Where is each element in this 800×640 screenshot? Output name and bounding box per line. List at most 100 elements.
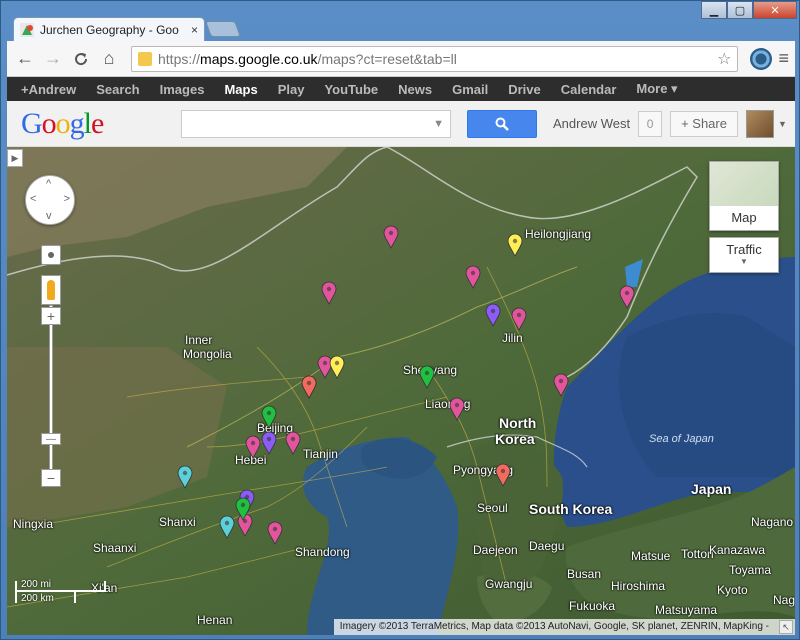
gbar-link-maps[interactable]: Maps	[224, 82, 257, 97]
map-label: North	[499, 415, 537, 431]
map-label: Jilin	[502, 331, 523, 345]
map-marker-pin-icon[interactable]	[267, 521, 283, 545]
map-marker-pin-icon[interactable]	[235, 497, 251, 521]
resize-corner-icon[interactable]: ↖	[779, 620, 793, 634]
map-marker-pin-icon[interactable]	[261, 431, 277, 455]
map-label: Shaanxi	[93, 541, 137, 555]
map-label: Korea	[495, 431, 535, 447]
map-attribution: Imagery ©2013 TerraMetrics, Map data ©20…	[333, 619, 795, 635]
map-canvas[interactable]: HeilongjiangInnerMongoliaJilinShenyangLi…	[7, 147, 795, 635]
map-label: Shanxi	[159, 515, 196, 529]
new-tab-button[interactable]	[205, 21, 241, 37]
map-marker-pin-icon[interactable]	[485, 303, 501, 327]
zoom-slider-track[interactable]	[49, 305, 53, 473]
zoom-out-button[interactable]: −	[41, 469, 61, 487]
map-label: Ningxia	[13, 517, 54, 531]
map-label: Shandong	[295, 545, 350, 559]
map-scale: 200 mi 200 km	[15, 577, 107, 607]
map-marker-pin-icon[interactable]	[449, 397, 465, 421]
map-marker-pin-icon[interactable]	[619, 285, 635, 309]
bookmark-star-icon[interactable]: ☆	[717, 49, 731, 69]
map-label: Nagano	[751, 515, 794, 529]
search-input[interactable]: ▼	[181, 109, 451, 138]
map-marker-pin-icon[interactable]	[329, 355, 345, 379]
home-icon[interactable]: ⌂	[97, 47, 121, 71]
browser-toolbar: ← → ⌂ https://maps.google.co.uk/maps?ct=…	[7, 41, 795, 77]
zoom-handle[interactable]: —	[41, 433, 61, 445]
share-button[interactable]: + Share	[670, 110, 738, 137]
minimize-button[interactable]: ▁	[701, 1, 727, 19]
menu-icon[interactable]: ≡	[778, 48, 789, 69]
google-header: Google ▼ Andrew West 0 + Share ▼	[7, 101, 795, 147]
map-label: Daegu	[529, 539, 565, 553]
pegman-icon[interactable]	[41, 275, 61, 305]
map-imagery	[7, 147, 795, 635]
location-icon[interactable]	[41, 245, 61, 265]
gbar-link-gmail[interactable]: Gmail	[452, 82, 488, 97]
map-marker-pin-icon[interactable]	[419, 365, 435, 389]
notification-count[interactable]: 0	[638, 110, 663, 137]
map-label: Mongolia	[183, 347, 232, 361]
zoom-in-button[interactable]: +	[41, 307, 61, 325]
window-controls: ▁ ▢ ✕	[701, 1, 797, 19]
google-logo[interactable]: Google	[21, 107, 181, 141]
gbar-link-news[interactable]: News	[398, 82, 432, 97]
map-label: Sea of Japan	[649, 433, 714, 445]
gbar-link-more[interactable]: More ▾	[636, 81, 677, 97]
map-marker-pin-icon[interactable]	[495, 463, 511, 487]
maximize-button[interactable]: ▢	[727, 1, 753, 19]
avatar[interactable]	[745, 109, 774, 138]
pan-control[interactable]: ^ v < >	[25, 175, 75, 225]
address-bar[interactable]: https://maps.google.co.uk/maps?ct=reset&…	[131, 45, 739, 72]
gbar-link-andrew[interactable]: +Andrew	[21, 82, 76, 97]
search-button[interactable]	[467, 109, 537, 138]
logo-letter: G	[21, 106, 43, 140]
map-marker-pin-icon[interactable]	[219, 515, 235, 539]
map-marker-pin-icon[interactable]	[261, 405, 277, 429]
map-label: Japan	[691, 481, 732, 497]
map-label: Kyoto	[717, 583, 748, 597]
back-arrow-icon[interactable]: ←	[13, 47, 37, 71]
map-marker-pin-icon[interactable]	[383, 225, 399, 249]
map-thumbnail	[710, 162, 778, 206]
map-label: Busan	[567, 567, 602, 581]
avatar-caret-icon[interactable]: ▼	[778, 119, 787, 129]
logo-letter: o	[55, 106, 71, 140]
scale-km: 200 km	[21, 593, 54, 604]
user-name[interactable]: Andrew West	[553, 116, 630, 131]
gbar-link-search[interactable]: Search	[96, 82, 139, 97]
active-tab[interactable]: Jurchen Geography - Goo ×	[13, 17, 205, 41]
traffic-layer-button[interactable]: Traffic ▼	[709, 237, 779, 273]
map-marker-pin-icon[interactable]	[511, 307, 527, 331]
search-dropdown-caret-icon[interactable]: ▼	[433, 118, 444, 130]
gbar-link-play[interactable]: Play	[278, 82, 305, 97]
logo-letter: e	[91, 106, 104, 140]
map-marker-pin-icon[interactable]	[177, 465, 193, 489]
gbar-link-calendar[interactable]: Calendar	[561, 82, 617, 97]
gbar-link-youtube[interactable]: YouTube	[324, 82, 378, 97]
gbar-link-images[interactable]: Images	[160, 82, 205, 97]
window-close-button[interactable]: ✕	[753, 1, 797, 19]
map-type-label: Map	[731, 210, 757, 225]
gbar-link-drive[interactable]: Drive	[508, 82, 541, 97]
map-type-button[interactable]: Map	[709, 161, 779, 231]
traffic-label: Traffic	[726, 242, 762, 257]
forward-arrow-icon[interactable]: →	[41, 47, 65, 71]
map-marker-pin-icon[interactable]	[321, 281, 337, 305]
google-bar: +Andrew Search Images Maps Play YouTube News Gm…	[7, 77, 795, 101]
panel-expander-icon[interactable]: ▶	[7, 149, 23, 167]
map-marker-pin-icon[interactable]	[507, 233, 523, 257]
map-label: Henan	[197, 613, 233, 627]
map-marker-pin-icon[interactable]	[285, 431, 301, 455]
reload-icon[interactable]	[69, 47, 93, 71]
map-marker-pin-icon[interactable]	[245, 435, 261, 459]
map-marker-pin-icon[interactable]	[553, 373, 569, 397]
map-marker-pin-icon[interactable]	[465, 265, 481, 289]
map-label: Kanazawa	[709, 543, 766, 557]
extension-icon[interactable]	[750, 47, 773, 70]
google-maps-favicon-icon	[20, 22, 34, 37]
browser-window: Jurchen Geography - Goo × ▁ ▢ ✕ ← → ⌂ ht…	[0, 0, 800, 640]
map-marker-pin-icon[interactable]	[301, 375, 317, 399]
map-label: Seoul	[477, 501, 508, 515]
tab-close-icon[interactable]: ×	[191, 23, 198, 37]
